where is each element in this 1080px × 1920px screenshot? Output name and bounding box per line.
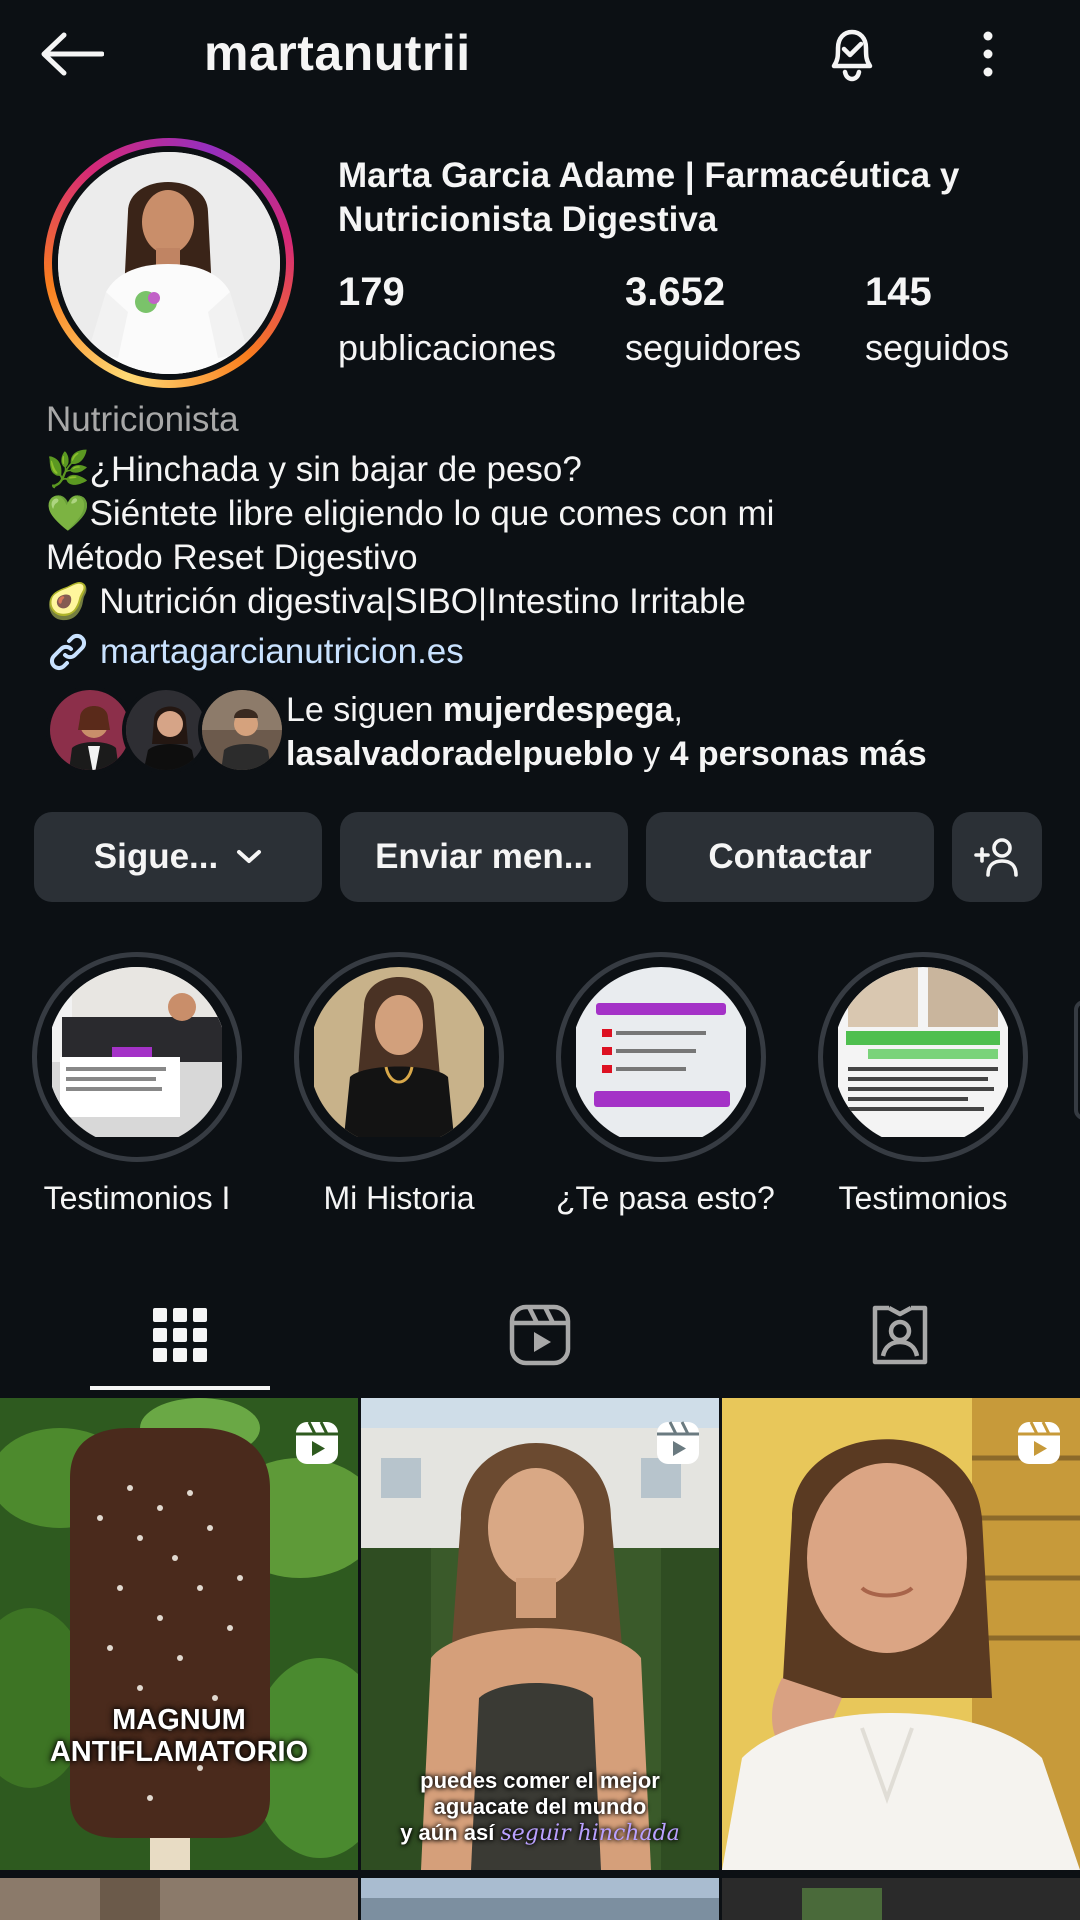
- profile-avatar[interactable]: [44, 138, 294, 388]
- tab-posts-grid[interactable]: [90, 1280, 270, 1390]
- stat-following-count: 145: [865, 270, 932, 314]
- highlight-label: ¿Te pasa esto?: [556, 1180, 775, 1216]
- reel-badge-icon: [657, 1421, 699, 1464]
- profile-category: Nutricionista: [46, 400, 239, 439]
- add-person-icon: [974, 838, 1018, 877]
- tagged-person-icon: [872, 1305, 928, 1365]
- highlight-cover: [309, 967, 489, 1147]
- stat-following[interactable]: 145 seguidos: [865, 268, 1009, 370]
- post-caption-line: ANTIFLAMATORIO: [49, 1736, 309, 1768]
- notification-bell-icon[interactable]: [820, 22, 884, 86]
- story-highlight[interactable]: Testimonios: [818, 952, 1028, 1217]
- highlight-label: Testimonios: [838, 1180, 1008, 1216]
- profile-username: martanutrii: [204, 25, 471, 81]
- post-thumbnail[interactable]: [361, 1878, 719, 1920]
- following-button[interactable]: Sigue...: [34, 812, 322, 902]
- contact-button[interactable]: Contactar: [646, 812, 934, 902]
- story-highlight[interactable]: Testimonios I: [32, 952, 242, 1217]
- followed-by-user: mujerdespega: [442, 691, 674, 729]
- followed-by-user: lasalvadoradelpueblo: [286, 735, 634, 773]
- highlight-cover: [47, 967, 227, 1147]
- story-highlight[interactable]: ¿Te pasa esto?: [556, 952, 775, 1217]
- post-caption: puedes comer el mejor aguacate del mundo…: [361, 1768, 719, 1847]
- bio-line: 🌿¿Hinchada y sin bajar de peso?: [46, 450, 582, 489]
- follower-avatar: [122, 686, 210, 774]
- post-caption-line: y aún así: [400, 1820, 501, 1845]
- post-thumbnail[interactable]: [722, 1878, 1080, 1920]
- post-caption-line: MAGNUM: [112, 1704, 246, 1736]
- reels-icon: [509, 1304, 571, 1366]
- stat-posts-label: publicaciones: [338, 327, 557, 368]
- stat-posts-count: 179: [338, 270, 405, 314]
- followed-by-more: 4 personas más: [669, 735, 927, 773]
- stat-following-label: seguidos: [865, 327, 1010, 368]
- highlight-cover: [571, 967, 751, 1147]
- post-thumbnail[interactable]: [0, 1878, 358, 1920]
- stat-followers-count: 3.652: [625, 270, 726, 314]
- top-bar: martanutrii: [0, 0, 1080, 104]
- reel-badge-icon: [1018, 1421, 1060, 1464]
- highlight-label: Testimonios I: [43, 1180, 231, 1216]
- post-thumbnail[interactable]: MAGNUM ANTIFLAMATORIO: [0, 1398, 358, 1870]
- highlight-cover: [833, 967, 1013, 1147]
- reel-badge-icon: [296, 1421, 338, 1464]
- follower-avatar: [198, 686, 286, 774]
- post-thumbnail[interactable]: [722, 1398, 1080, 1870]
- followed-by-prefix: Le siguen: [286, 691, 443, 729]
- grid-icon: [153, 1308, 207, 1362]
- avatar-photo: [58, 152, 280, 374]
- stat-posts[interactable]: 179 publicaciones: [338, 268, 556, 370]
- follower-avatar: [46, 686, 134, 774]
- profile-link-text[interactable]: martagarcianutricion.es: [100, 632, 464, 672]
- post-caption-emphasis: seguir hinchada: [500, 1821, 680, 1846]
- tab-tagged[interactable]: [810, 1280, 990, 1390]
- followed-by-text: Le siguen mujerdespega, lasalvadoradelpu…: [286, 688, 927, 776]
- profile-full-name: Marta Garcia Adame | Farmacéutica y Nutr…: [338, 156, 960, 239]
- post-thumbnail[interactable]: puedes comer el mejor aguacate del mundo…: [361, 1398, 719, 1870]
- following-button-label: Sigue...: [93, 837, 219, 876]
- story-highlight-partial[interactable]: [1074, 1000, 1080, 1120]
- followed-by-row[interactable]: Le siguen mujerdespega, lasalvadoradelpu…: [46, 686, 1056, 776]
- profile-link[interactable]: martagarcianutricion.es: [46, 630, 464, 674]
- send-message-button[interactable]: Enviar men...: [340, 812, 628, 902]
- stat-followers[interactable]: 3.652 seguidores: [625, 268, 801, 370]
- back-arrow-icon[interactable]: [40, 22, 112, 86]
- bio-line: Método Reset Digestivo: [46, 538, 418, 577]
- profile-bio: 🌿¿Hinchada y sin bajar de peso? 💚Siéntet…: [46, 448, 1056, 624]
- post-caption: MAGNUM ANTIFLAMATORIO: [0, 1704, 358, 1768]
- stat-followers-label: seguidores: [625, 327, 802, 368]
- story-highlight[interactable]: Mi Historia: [294, 952, 504, 1217]
- bio-line: 🥑 Nutrición digestiva|SIBO|Intestino Irr…: [46, 582, 746, 621]
- followed-by-separator: ,: [673, 691, 683, 729]
- chevron-down-icon: [237, 850, 262, 863]
- add-user-button[interactable]: [952, 812, 1042, 902]
- followed-by-connector: y: [633, 735, 670, 773]
- post-caption-line: aguacate del mundo: [433, 1794, 647, 1819]
- more-options-icon[interactable]: [968, 22, 1008, 86]
- highlight-label: Mi Historia: [323, 1180, 475, 1216]
- tab-reels[interactable]: [450, 1280, 630, 1390]
- post-caption-line: puedes comer el mejor: [420, 1768, 660, 1793]
- link-icon: [49, 633, 87, 671]
- bio-line: 💚Siéntete libre eligiendo lo que comes c…: [46, 494, 775, 533]
- active-tab-indicator: [90, 1386, 270, 1390]
